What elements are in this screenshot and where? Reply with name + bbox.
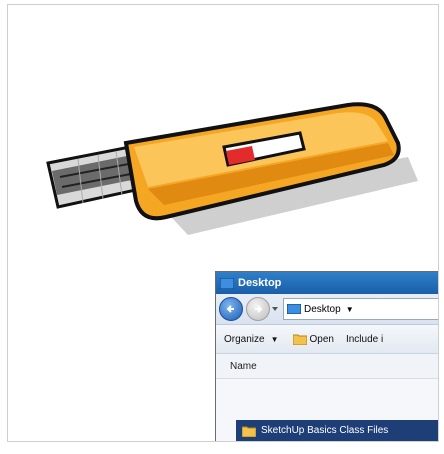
back-button[interactable] (219, 297, 243, 321)
back-arrow-icon (226, 305, 234, 313)
forward-arrow-icon (255, 305, 263, 313)
dropdown-arrow-icon[interactable] (271, 305, 279, 313)
chevron-down-icon: ▼ (270, 334, 279, 344)
folder-icon (242, 426, 256, 437)
include-label: Include i (345, 333, 384, 345)
open-label: Open (309, 333, 334, 345)
explorer-window: Desktop Desktop ▼ Organize ▼ Open Includ… (215, 271, 438, 441)
list-item-label: SketchUp Basics Class Files (261, 425, 389, 436)
folder-icon (292, 334, 307, 345)
organize-label: Organize (224, 333, 265, 345)
forward-button[interactable] (246, 297, 270, 321)
open-button[interactable]: Open (292, 333, 334, 345)
window-icon (220, 277, 234, 289)
column-header-name[interactable]: Name (216, 354, 438, 379)
address-bar[interactable]: Desktop ▼ (283, 298, 438, 320)
navigation-bar: Desktop ▼ (216, 294, 438, 325)
chevron-down-icon[interactable]: ▼ (346, 305, 354, 314)
address-text: Desktop (304, 303, 341, 315)
organize-button[interactable]: Organize ▼ (224, 334, 279, 345)
list-item-selected[interactable]: SketchUp Basics Class Files (236, 420, 438, 441)
usb-drive-illustration (46, 102, 418, 235)
window-title: Desktop (238, 277, 282, 289)
desktop-icon (287, 304, 301, 314)
command-bar: Organize ▼ Open Include i (216, 325, 438, 354)
column-header-label: Name (230, 360, 257, 372)
include-button[interactable]: Include i (346, 334, 383, 345)
window-titlebar: Desktop (216, 272, 438, 294)
illustration-frame: Desktop Desktop ▼ Organize ▼ Open Includ… (7, 4, 439, 442)
